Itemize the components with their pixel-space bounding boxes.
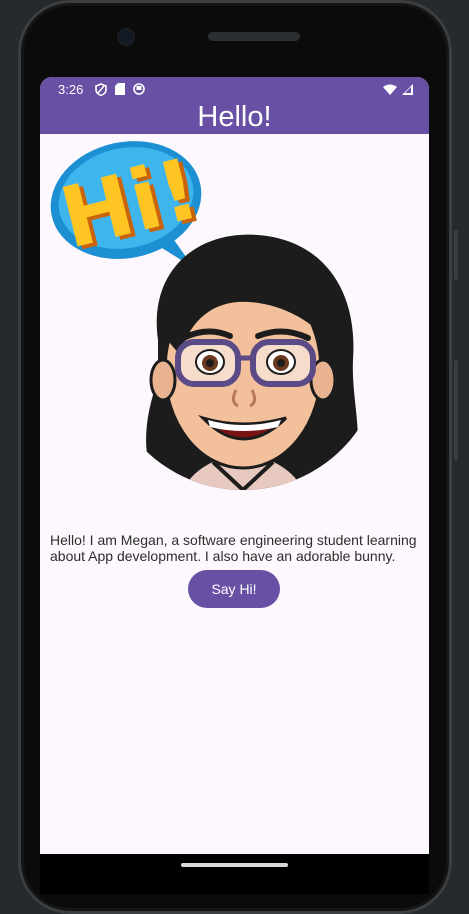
say-hi-button[interactable]: Say Hi! [188,570,280,608]
app-screen: 3:26 Hello! Hi! Hi! Hello! I am Megan, a… [40,77,429,854]
navigation-bar [40,854,429,894]
volume-button [454,360,458,460]
status-time: 3:26 [58,81,84,97]
app-bar-title: Hello! [197,101,272,133]
home-gesture-handle[interactable] [181,863,288,867]
notification-icon [133,83,146,95]
app-bar: Hello! [40,101,429,134]
avatar-image [146,234,358,490]
power-button [454,230,458,280]
signal-icon [402,83,413,95]
status-bar: 3:26 [40,77,429,101]
front-camera [119,30,133,44]
bio-text: Hello! I am Megan, a software engineerin… [50,532,417,564]
sd-card-icon [115,83,126,95]
main-content: Hi! Hi! Hello! I am Megan, a software en… [40,134,429,854]
shield-icon [95,82,108,96]
wifi-icon [383,84,397,95]
earpiece-speaker [208,32,300,41]
